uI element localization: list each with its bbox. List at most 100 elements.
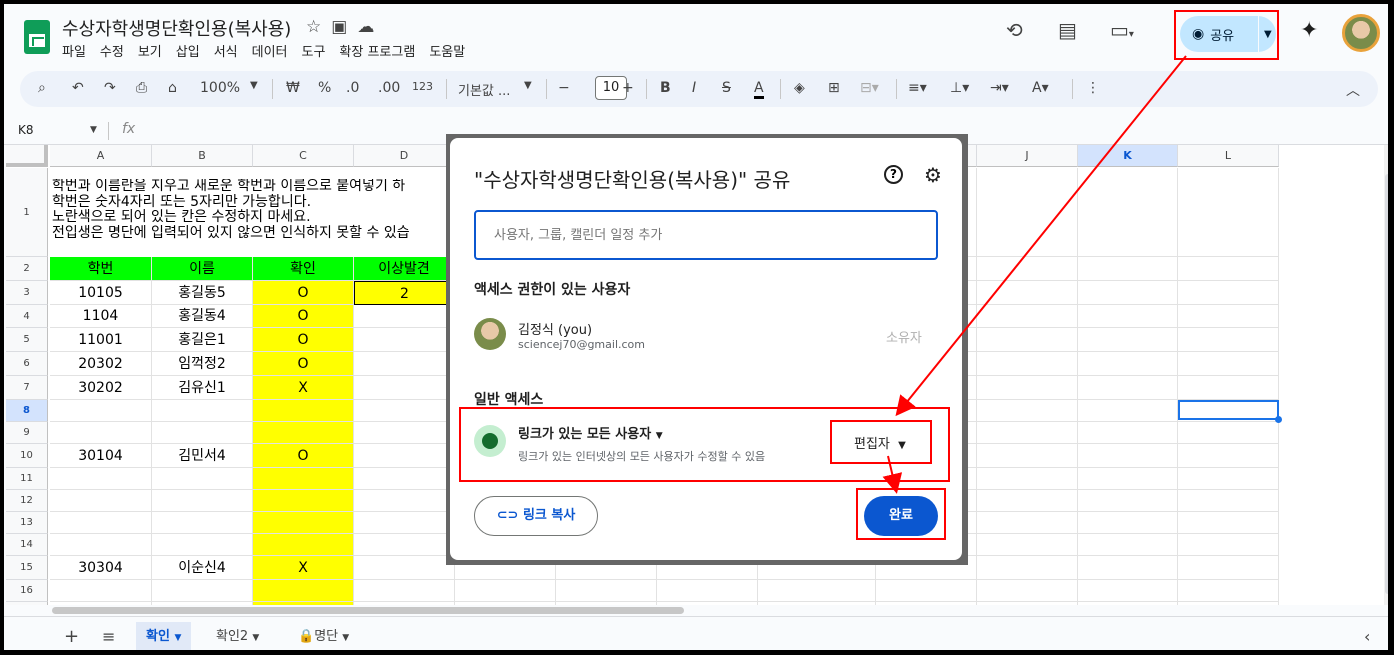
- row-header-12[interactable]: 12: [6, 490, 48, 512]
- grid-cell[interactable]: [1078, 376, 1178, 400]
- grid-cell[interactable]: [253, 468, 354, 490]
- paint-format-icon[interactable]: ⌂: [168, 80, 177, 96]
- comments-icon[interactable]: ▤: [1058, 18, 1077, 42]
- data-cell-check[interactable]: O: [253, 444, 354, 468]
- grid-cell[interactable]: [253, 534, 354, 556]
- merge-cells-icon[interactable]: ⊟▾: [860, 80, 879, 96]
- column-header-k[interactable]: K: [1078, 145, 1178, 167]
- row-header-4[interactable]: 4: [6, 305, 48, 328]
- data-cell-name[interactable]: 홍길은1: [152, 328, 253, 352]
- grid-cell[interactable]: [354, 305, 455, 328]
- grid-cell[interactable]: [50, 580, 152, 602]
- number-format-button[interactable]: 123: [412, 80, 433, 93]
- grid-cell[interactable]: [657, 602, 758, 605]
- grid-cell[interactable]: [876, 602, 977, 605]
- grid-cell[interactable]: [977, 376, 1078, 400]
- grid-cell[interactable]: [977, 534, 1078, 556]
- add-sheet-icon[interactable]: +: [54, 622, 89, 650]
- grid-cell[interactable]: [1178, 490, 1279, 512]
- column-header-d[interactable]: D: [354, 145, 455, 167]
- print-icon[interactable]: ⎙: [136, 80, 147, 96]
- grid-cell[interactable]: [354, 602, 455, 605]
- name-box-dropdown-icon[interactable]: ▼: [90, 125, 97, 135]
- grid-cell[interactable]: [253, 602, 354, 605]
- instruction-note[interactable]: 학번과 이름란을 지우고 새로운 학번과 이름으로 붙여넣기 하 학번은 숫자4…: [52, 179, 452, 241]
- data-cell-check[interactable]: O: [253, 281, 354, 305]
- row-header-11[interactable]: 11: [6, 468, 48, 490]
- grid-cell[interactable]: [1178, 305, 1279, 328]
- grid-cell[interactable]: [354, 512, 455, 534]
- grid-cell[interactable]: [1178, 328, 1279, 352]
- data-cell-id[interactable]: 30104: [50, 444, 152, 468]
- header-cell[interactable]: 확인: [253, 257, 354, 281]
- grid-cell[interactable]: [1178, 580, 1279, 602]
- grid-cell[interactable]: [1078, 400, 1178, 422]
- grid-cell[interactable]: [1078, 580, 1178, 602]
- data-cell-name[interactable]: 김유신1: [152, 376, 253, 400]
- grid-cell[interactable]: [253, 422, 354, 444]
- row-header-5[interactable]: 5: [6, 328, 48, 352]
- grid-cell[interactable]: [253, 580, 354, 602]
- grid-cell[interactable]: [1078, 490, 1178, 512]
- history-icon[interactable]: ⟲: [1006, 18, 1023, 42]
- bold-button[interactable]: B: [660, 80, 671, 96]
- grid-cell[interactable]: [354, 490, 455, 512]
- grid-cell[interactable]: [1078, 352, 1178, 376]
- text-wrap-icon[interactable]: ⇥▾: [990, 80, 1009, 96]
- grid-cell[interactable]: [1178, 556, 1279, 580]
- row-header-2[interactable]: 2: [6, 257, 48, 281]
- grid-cell[interactable]: [1078, 257, 1178, 281]
- menu-edit[interactable]: 수정: [100, 41, 124, 60]
- grid-cell[interactable]: [977, 490, 1078, 512]
- text-color-button[interactable]: A: [754, 80, 764, 99]
- meet-icon[interactable]: ▭▾: [1110, 18, 1134, 42]
- increase-decimal-button[interactable]: .00: [378, 80, 400, 96]
- strikethrough-button[interactable]: S: [722, 80, 731, 96]
- data-cell-name[interactable]: 임꺽정2: [152, 352, 253, 376]
- grid-cell[interactable]: [977, 468, 1078, 490]
- header-cell[interactable]: 이름: [152, 257, 253, 281]
- vertical-scroll-thumb[interactable]: [1385, 174, 1388, 594]
- grid-cell[interactable]: [50, 490, 152, 512]
- row-header-8[interactable]: 8: [6, 400, 48, 422]
- account-avatar[interactable]: [1342, 14, 1380, 52]
- decrease-decimal-button[interactable]: .0: [346, 80, 359, 96]
- grid-cell[interactable]: [50, 422, 152, 444]
- column-header-j[interactable]: J: [977, 145, 1078, 167]
- tab-myeongdan[interactable]: 🔒명단 ▼: [288, 622, 359, 650]
- data-cell-id[interactable]: 30202: [50, 376, 152, 400]
- fill-color-icon[interactable]: ◈: [794, 80, 805, 96]
- grid-cell[interactable]: [977, 328, 1078, 352]
- help-icon[interactable]: ?: [884, 165, 903, 184]
- grid-cell[interactable]: [1178, 257, 1279, 281]
- grid-cell[interactable]: [977, 444, 1078, 468]
- grid-cell[interactable]: [758, 602, 876, 605]
- all-sheets-icon[interactable]: ≡: [92, 622, 125, 650]
- menu-help[interactable]: 도움말: [429, 41, 465, 60]
- font-select[interactable]: 기본값 ...: [458, 80, 510, 99]
- grid-cell[interactable]: [152, 602, 253, 605]
- grid-cell[interactable]: [1178, 168, 1279, 257]
- grid-cell[interactable]: [354, 376, 455, 400]
- data-cell-id[interactable]: 1104: [50, 305, 152, 328]
- grid-cell[interactable]: [977, 422, 1078, 444]
- grid-cell[interactable]: [50, 602, 152, 605]
- copy-link-button[interactable]: ⊂⊃ 링크 복사: [474, 496, 598, 536]
- horizontal-scrollbar[interactable]: [52, 607, 684, 614]
- grid-cell[interactable]: [354, 422, 455, 444]
- grid-cell[interactable]: [354, 328, 455, 352]
- grid-cell[interactable]: [977, 168, 1078, 257]
- grid-cell[interactable]: [455, 580, 556, 602]
- cloud-status-icon[interactable]: ☁: [357, 17, 374, 37]
- grid-cell[interactable]: [1078, 422, 1178, 444]
- sheets-logo-icon[interactable]: [24, 20, 50, 54]
- data-cell-name[interactable]: 홍길동5: [152, 281, 253, 305]
- data-cell-id[interactable]: 11001: [50, 328, 152, 352]
- row-header-15[interactable]: 15: [6, 556, 48, 580]
- menu-insert[interactable]: 삽입: [176, 41, 200, 60]
- grid-cell[interactable]: [1178, 422, 1279, 444]
- grid-cell[interactable]: [50, 534, 152, 556]
- row-header-1[interactable]: 1: [6, 168, 48, 257]
- grid-cell[interactable]: [977, 512, 1078, 534]
- font-size-increase-button[interactable]: +: [622, 80, 634, 96]
